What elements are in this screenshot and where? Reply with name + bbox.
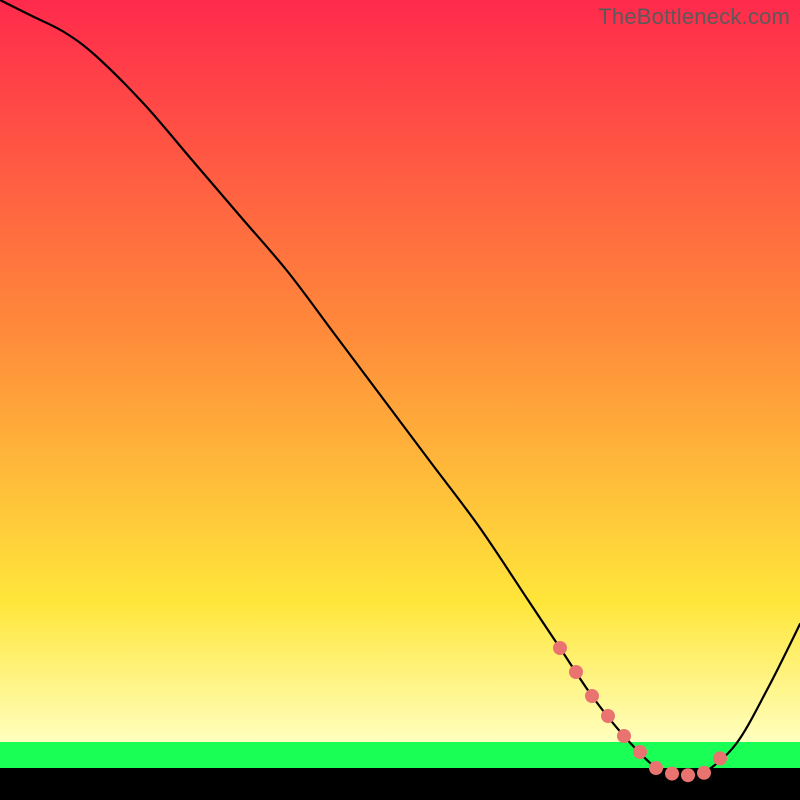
watermark-label: TheBottleneck.com [598,4,790,30]
gradient-band-black [0,768,800,800]
chart-container: TheBottleneck.com [0,0,800,800]
sweet-spot-dot [697,766,711,780]
sweet-spot-dot [569,665,583,679]
sweet-spot-dot [713,751,727,765]
sweet-spot-dot [649,761,663,775]
sweet-spot-dot [633,745,647,759]
gradient-band-green [0,742,800,768]
sweet-spot-dot [601,709,615,723]
gradient-band-top [0,0,800,602]
gradient-band-lower [0,602,800,742]
bottleneck-chart [0,0,800,800]
sweet-spot-dot [665,767,679,781]
sweet-spot-dot [617,729,631,743]
sweet-spot-dot [553,641,567,655]
sweet-spot-dot [681,768,695,782]
sweet-spot-dot [585,689,599,703]
